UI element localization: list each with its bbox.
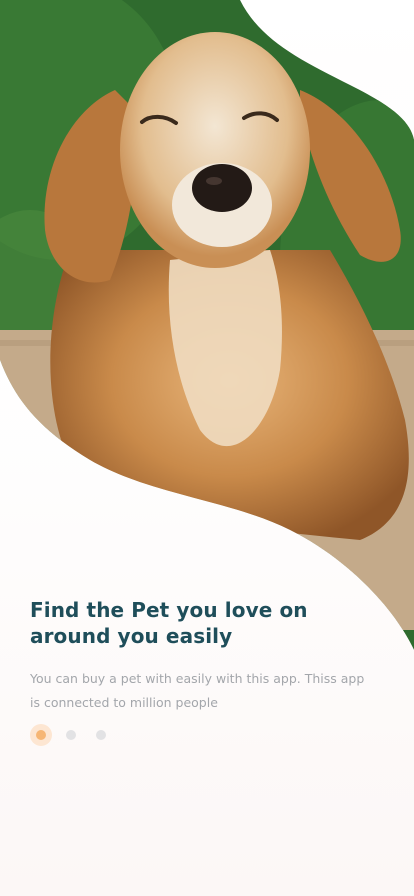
onboarding-screen: Find the Pet you love on around you easi…: [0, 0, 414, 896]
page-dot-active[interactable]: [36, 730, 46, 740]
onboarding-description: You can buy a pet with easily with this …: [30, 671, 365, 710]
page-dot[interactable]: [66, 730, 76, 740]
onboarding-headline: Find the Pet you love on around you easi…: [30, 598, 308, 648]
onboarding-content: Find the Pet you love on around you easi…: [30, 597, 390, 715]
page-dot[interactable]: [96, 730, 106, 740]
page-indicator[interactable]: [30, 730, 126, 740]
hero-image: [0, 0, 414, 896]
